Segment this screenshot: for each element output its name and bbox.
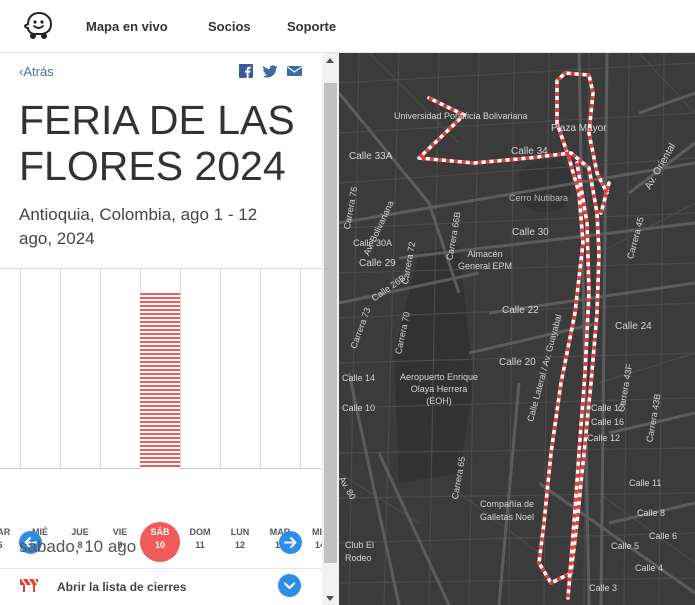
selected-date-label: sábado, 10 ago: [19, 537, 137, 556]
nav-partners[interactable]: Socios: [208, 19, 251, 34]
day-item[interactable]: MAR 6: [0, 526, 20, 552]
back-label: Atrás: [23, 64, 54, 79]
day-item-selected[interactable]: SÁB 10: [140, 522, 180, 562]
event-route-parallel[interactable]: [566, 162, 591, 599]
chevron-down-icon: [283, 582, 296, 590]
map-label: Calle 11: [629, 478, 662, 488]
mail-icon[interactable]: [287, 64, 302, 78]
map-label: Universidad Pontificia Bolivariana: [394, 111, 528, 121]
day-item[interactable]: LUN 12: [220, 526, 260, 552]
day-number: 14: [314, 540, 322, 550]
map-label: Club El Rodeo: [345, 540, 375, 563]
arrow-right-icon: [284, 537, 297, 548]
map-label: Calle 8: [637, 508, 666, 518]
day-of-week: LUN: [230, 527, 250, 537]
expand-closures-button[interactable]: [278, 574, 301, 597]
map-label: Calle 16: [591, 417, 625, 427]
day-number: 6: [0, 539, 20, 552]
day-number: 10: [154, 540, 165, 550]
map-label: Almacén General EPM: [457, 249, 513, 271]
event-subtitle: Antioquia, Colombia, ago 1 - 12 ago, 202…: [19, 205, 258, 248]
map-label: Calle 30: [512, 227, 549, 238]
divider: [0, 568, 322, 569]
map-label: Calle 29: [359, 258, 396, 269]
map-label: Plaza Mayor: [551, 123, 607, 134]
map-label: Calle 12: [587, 433, 621, 443]
map-label: Calle 3: [589, 583, 618, 593]
day-item[interactable]: DOM 11: [180, 526, 220, 552]
scrollbar-thumb[interactable]: [324, 83, 337, 563]
map-label: Calle 5: [611, 541, 640, 551]
twitter-icon[interactable]: [263, 64, 278, 78]
map-label: Calle 30A: [353, 238, 393, 248]
nav-live-map[interactable]: Mapa en vivo: [86, 19, 168, 34]
nav-support[interactable]: Soporte: [287, 19, 336, 34]
map-label: Calle 20: [499, 357, 536, 368]
selected-day-bar[interactable]: [140, 291, 180, 469]
map-label: Calle 24: [615, 321, 652, 332]
day-number: 11: [195, 540, 205, 550]
day-item[interactable]: MIÉ 14: [300, 526, 322, 552]
traffic-chart-svg: [0, 269, 322, 469]
day-of-week: MIÉ: [311, 527, 322, 537]
map-label: Compañía de Galletas Noel: [479, 499, 535, 522]
share-buttons: [239, 64, 302, 78]
day-of-week: MAR: [0, 527, 11, 537]
waze-logo-icon[interactable]: [22, 10, 54, 42]
map-label: Calle 14: [342, 373, 376, 383]
map-label: Calle 4: [635, 563, 664, 573]
day-of-week: DOM: [189, 527, 211, 537]
day-of-week: SÁB: [150, 527, 170, 537]
map-label: Calle 22: [502, 305, 539, 316]
map-label: Cerro Nutibara: [509, 193, 569, 203]
road-closure-icon: [20, 578, 38, 592]
map-label: Calle 10: [342, 403, 376, 413]
scroll-up-arrow-icon[interactable]: [326, 58, 334, 63]
map-label: Calle 33A: [349, 151, 393, 162]
day-number: 12: [234, 540, 245, 550]
event-title: FERIA DE LAS FLORES 2024: [19, 97, 295, 189]
traffic-chart: [0, 268, 322, 518]
next-days-button[interactable]: [279, 531, 302, 554]
map-label: Calle 6: [649, 531, 678, 541]
map-view[interactable]: Universidad Pontificia Bolivariana Plaza…: [339, 53, 695, 605]
facebook-icon[interactable]: [239, 64, 254, 78]
back-link[interactable]: ‹Atrás: [19, 64, 54, 79]
closures-list-label[interactable]: Abrir la lista de cierres: [57, 580, 186, 594]
map-label: Calle 34: [511, 146, 548, 157]
top-navigation-bar: Mapa en vivo Socios Soporte: [0, 0, 695, 53]
map-label: Aeropuerto Enrique Olaya Herrera (EOH): [399, 372, 479, 406]
panel-scrollbar[interactable]: [322, 53, 339, 605]
event-panel: ‹Atrás FERIA DE LAS FLORES 2024 Antioqui…: [0, 53, 322, 605]
scroll-down-arrow-icon[interactable]: [326, 596, 334, 601]
